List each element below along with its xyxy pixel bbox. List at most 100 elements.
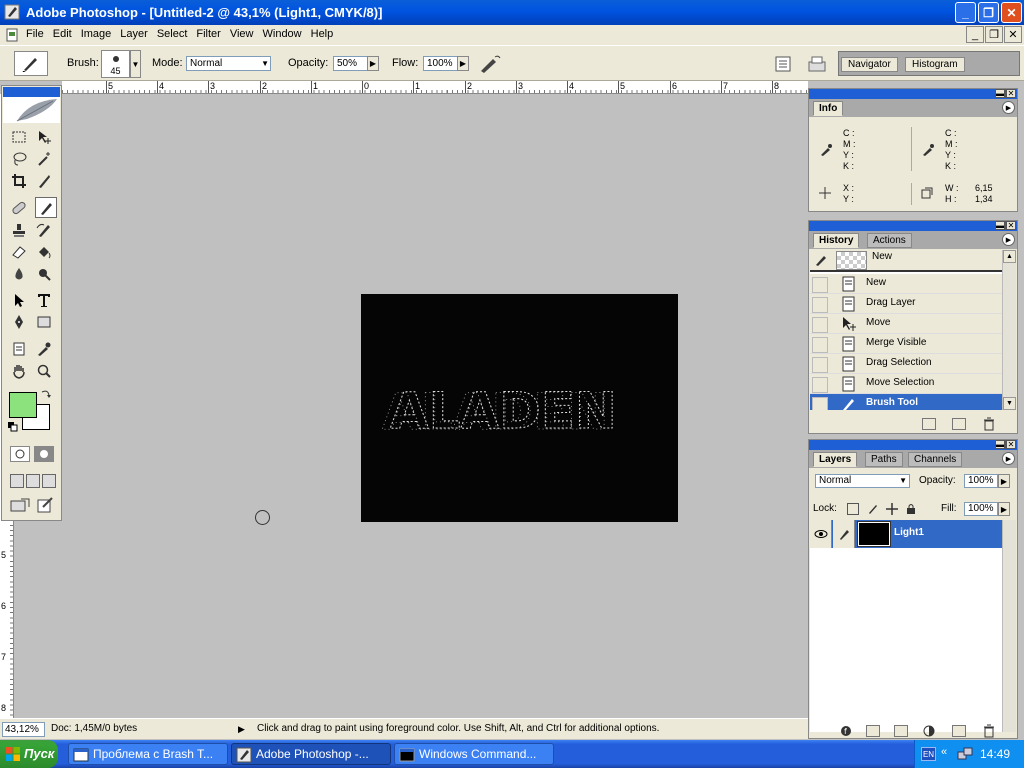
layer-name[interactable]: Light1 (894, 527, 924, 538)
rectangle-tool[interactable] (33, 311, 55, 332)
trash-icon[interactable] (982, 724, 996, 738)
tray-expand-icon[interactable]: « (941, 746, 947, 758)
menu-help[interactable]: Help (309, 28, 341, 40)
taskbar-item-browser[interactable]: Проблема с Brash T... (68, 743, 228, 765)
opacity-field[interactable]: 50% (333, 56, 368, 71)
history-item[interactable]: New (810, 274, 1003, 294)
minimize-button[interactable]: _ (955, 2, 976, 23)
history-checkbox[interactable] (812, 377, 828, 393)
brush-dropdown-arrow[interactable]: ▼ (130, 50, 141, 78)
history-brush-tool[interactable] (33, 219, 55, 240)
menu-edit[interactable]: Edit (51, 28, 79, 40)
doc-size-info[interactable]: Doc: 1,45M/0 bytes (51, 723, 137, 734)
menu-window[interactable]: Window (261, 28, 309, 40)
history-checkbox[interactable] (812, 357, 828, 373)
menu-layer[interactable]: Layer (118, 28, 155, 40)
layer-row[interactable]: Light1 (810, 520, 1004, 548)
paint-bucket-tool[interactable] (33, 241, 55, 262)
tab-layers[interactable]: Layers (813, 452, 858, 467)
zoom-field[interactable]: 43,12% (2, 722, 45, 737)
mode-select[interactable]: Normal ▼ (186, 56, 271, 71)
visibility-toggle[interactable] (810, 520, 832, 548)
brush-tool[interactable] (35, 197, 57, 218)
history-item-selected[interactable]: Brush Tool (810, 394, 1003, 410)
flow-field[interactable]: 100% (423, 56, 458, 71)
start-button[interactable]: Пуск (0, 740, 58, 768)
panel-minimize-button[interactable]: ▬ (995, 440, 1005, 449)
network-icon[interactable] (957, 746, 973, 762)
history-panel-title-bar[interactable]: ▬ ✕ (809, 221, 1017, 231)
scroll-up-arrow[interactable]: ▲ (1003, 250, 1016, 263)
history-checkbox[interactable] (812, 397, 828, 410)
fill-slider-button[interactable]: ▶ (998, 502, 1010, 516)
new-snapshot-icon[interactable] (952, 418, 966, 430)
quick-mask-button[interactable] (34, 446, 54, 462)
foreground-color-swatch[interactable] (9, 392, 37, 418)
tab-history[interactable]: History (813, 233, 860, 248)
close-button[interactable]: ✕ (1001, 2, 1022, 23)
well-tab-histogram[interactable]: Histogram (905, 57, 965, 72)
photoshop-app-icon[interactable] (4, 4, 20, 20)
panel-close-button[interactable]: ✕ (1006, 221, 1016, 230)
new-set-icon[interactable] (894, 725, 908, 737)
default-colors-icon[interactable] (8, 422, 18, 432)
well-tab-navigator[interactable]: Navigator (841, 57, 898, 72)
history-item[interactable]: Drag Selection (810, 354, 1003, 374)
taskbar-item-command[interactable]: Windows Command... (394, 743, 554, 765)
toggle-palettes-icon[interactable] (806, 53, 828, 75)
notes-tool[interactable] (8, 338, 30, 359)
standard-mode-button[interactable] (10, 446, 30, 462)
doc-minimize-button[interactable]: _ (966, 26, 984, 43)
layer-opacity-slider-button[interactable]: ▶ (998, 474, 1010, 488)
lock-image-icon[interactable] (867, 503, 879, 515)
tool-preset-picker[interactable] (14, 51, 48, 76)
clone-stamp-tool[interactable] (8, 219, 30, 240)
crop-tool[interactable] (8, 170, 30, 191)
pen-tool[interactable] (8, 311, 30, 332)
scroll-down-arrow[interactable]: ▼ (1003, 397, 1016, 410)
type-tool[interactable] (33, 289, 55, 310)
tab-paths[interactable]: Paths (865, 452, 903, 467)
status-menu-arrow-icon[interactable]: ▶ (238, 724, 245, 735)
restore-button[interactable]: ❐ (978, 2, 999, 23)
doc-close-button[interactable]: ✕ (1004, 26, 1022, 43)
jump-to-imageready-icon[interactable] (9, 497, 31, 513)
history-checkbox[interactable] (812, 317, 828, 333)
menu-view[interactable]: View (228, 28, 261, 40)
blend-mode-select[interactable]: Normal ▼ (815, 474, 910, 488)
tab-channels[interactable]: Channels (908, 452, 963, 467)
marquee-tool[interactable] (8, 126, 30, 147)
menu-select[interactable]: Select (155, 28, 195, 40)
layers-panel-title-bar[interactable]: ▬ ✕ (809, 440, 1017, 450)
taskbar-item-photoshop[interactable]: Adobe Photoshop -... (231, 743, 391, 765)
layer-brush-indicator[interactable] (833, 520, 855, 548)
screen-mode-standard-button[interactable] (10, 474, 24, 488)
lock-all-icon[interactable] (905, 503, 917, 515)
lock-transparency-icon[interactable] (847, 503, 859, 515)
clock[interactable]: 14:49 (980, 747, 1010, 761)
history-snapshot[interactable]: New (810, 250, 1003, 272)
blur-tool[interactable] (8, 263, 30, 284)
history-scrollbar[interactable]: ▲ ▼ (1002, 250, 1016, 410)
imageready-icon[interactable] (37, 497, 55, 513)
document-icon[interactable] (5, 28, 19, 42)
slice-tool[interactable] (33, 170, 55, 191)
history-checkbox[interactable] (812, 337, 828, 353)
screen-mode-full-menu-button[interactable] (26, 474, 40, 488)
menu-image[interactable]: Image (79, 28, 119, 40)
canvas-document[interactable]: ALADEN ALADEN (361, 294, 678, 522)
path-selection-tool[interactable] (8, 289, 30, 310)
new-layer-icon[interactable] (952, 725, 966, 737)
panel-close-button[interactable]: ✕ (1006, 89, 1016, 98)
add-mask-icon[interactable] (866, 725, 880, 737)
flow-slider-button[interactable]: ▶ (457, 56, 469, 71)
history-checkbox[interactable] (812, 297, 828, 313)
lasso-tool[interactable] (8, 148, 30, 169)
toolbox-title-bar[interactable] (3, 87, 60, 97)
history-item[interactable]: Move (810, 314, 1003, 334)
healing-brush-tool[interactable] (8, 197, 30, 218)
swap-colors-icon[interactable] (40, 388, 52, 400)
language-indicator[interactable]: EN (921, 747, 936, 761)
eyedropper-tool[interactable] (33, 338, 55, 359)
tab-info[interactable]: Info (813, 101, 844, 116)
